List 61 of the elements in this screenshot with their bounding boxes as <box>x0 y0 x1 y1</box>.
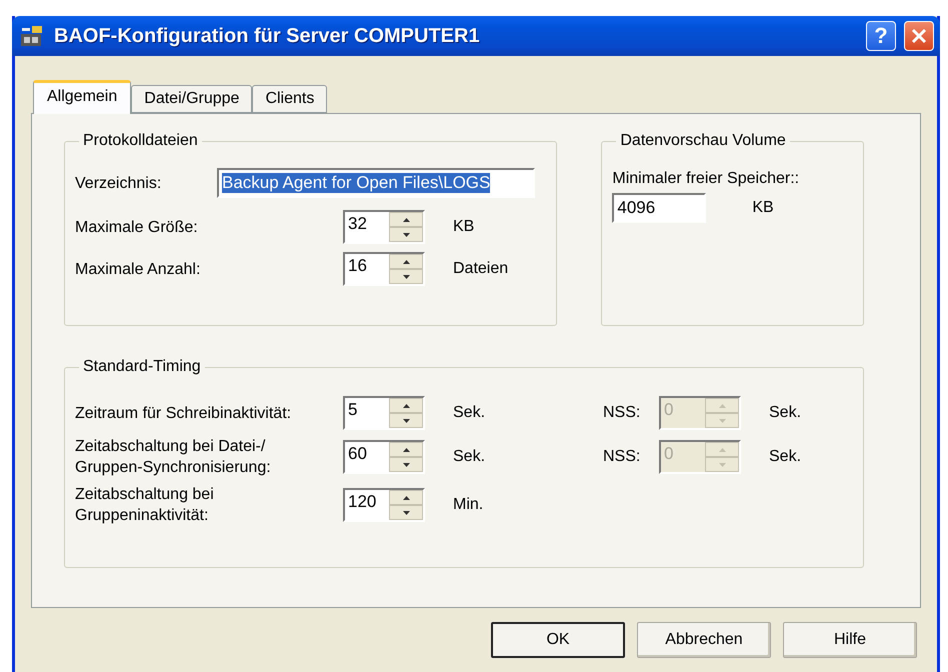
unit-label: Sek. <box>453 404 486 422</box>
field-label: Zeitabschaltung bei Gruppeninaktivität: <box>75 485 215 526</box>
up-arrow-icon <box>402 260 410 264</box>
spin-up-button[interactable] <box>389 254 423 269</box>
unit-label: KB <box>752 199 774 217</box>
spin-up-button[interactable] <box>389 212 423 227</box>
field-label: NSS: <box>603 448 642 466</box>
spin-up-button[interactable] <box>389 490 423 505</box>
tab[interactable]: Allgemein <box>33 80 132 114</box>
spin-field[interactable]: 60 <box>343 440 425 474</box>
dialog-button[interactable]: OK <box>491 622 625 658</box>
unit-label: Dateien <box>453 260 508 278</box>
group-title: Standard-Timing <box>82 358 202 376</box>
field-label: Minimaler freier Speicher:: <box>612 169 800 189</box>
unit-label: KB <box>453 218 474 236</box>
tab[interactable]: Clients <box>252 85 328 113</box>
field-label: Maximale Anzahl: <box>75 260 202 280</box>
memory-field[interactable]: 4096 <box>612 193 706 223</box>
spin-down-button[interactable] <box>389 269 423 284</box>
up-arrow-icon <box>402 218 410 222</box>
spin-up-button[interactable] <box>389 442 423 457</box>
down-arrow-icon <box>402 510 410 514</box>
spin-field[interactable]: 32 <box>343 210 425 244</box>
field-label: Zeitabschaltung bei Datei-/ Gruppen-Synchronisierung: <box>75 437 272 478</box>
unit-label: Sek. <box>769 404 802 422</box>
spin-field[interactable]: 16 <box>343 252 425 286</box>
close-icon <box>911 28 927 44</box>
spin-down-button[interactable] <box>389 505 423 520</box>
field-label: Verzeichnis: <box>75 174 162 194</box>
down-arrow-icon <box>402 462 410 466</box>
field-label: Maximale Größe: <box>75 218 199 238</box>
unit-label: Sek. <box>769 448 802 466</box>
spin-up-button[interactable] <box>389 398 423 413</box>
dialog-button[interactable]: Hilfe <box>783 622 917 658</box>
directory-field[interactable]: Backup Agent for Open Files\LOGS <box>217 168 535 198</box>
spin-field[interactable]: 120 <box>343 488 425 522</box>
unit-label: Min. <box>453 496 484 514</box>
help-button[interactable]: ? <box>866 21 896 51</box>
up-arrow-icon <box>402 404 410 408</box>
down-arrow-icon <box>718 462 726 466</box>
unit-label: Sek. <box>453 448 486 466</box>
spin-field[interactable]: 5 <box>343 396 425 430</box>
down-arrow-icon <box>402 418 410 422</box>
spin-down-button[interactable] <box>389 227 423 242</box>
group-title: Protokolldateien <box>82 132 199 150</box>
field-label: NSS: <box>603 404 642 422</box>
up-arrow-icon <box>718 448 726 452</box>
dialog-button[interactable]: Abbrechen <box>637 622 771 658</box>
spin-down-button[interactable] <box>389 457 423 472</box>
up-arrow-icon <box>402 496 410 500</box>
field-label: Zeitraum für Schreibinaktivität: <box>75 404 292 424</box>
down-arrow-icon <box>718 418 726 422</box>
tab[interactable]: Datei/Gruppe <box>131 85 252 113</box>
down-arrow-icon <box>402 232 410 236</box>
down-arrow-icon <box>402 274 410 278</box>
up-arrow-icon <box>402 448 410 452</box>
close-button[interactable] <box>904 21 934 51</box>
group-title: Datenvorschau Volume <box>619 132 787 150</box>
up-arrow-icon <box>718 404 726 408</box>
window-title: BAOF-Konfiguration für Server COMPUTER1 <box>54 24 481 48</box>
spin-down-button[interactable] <box>389 413 423 428</box>
